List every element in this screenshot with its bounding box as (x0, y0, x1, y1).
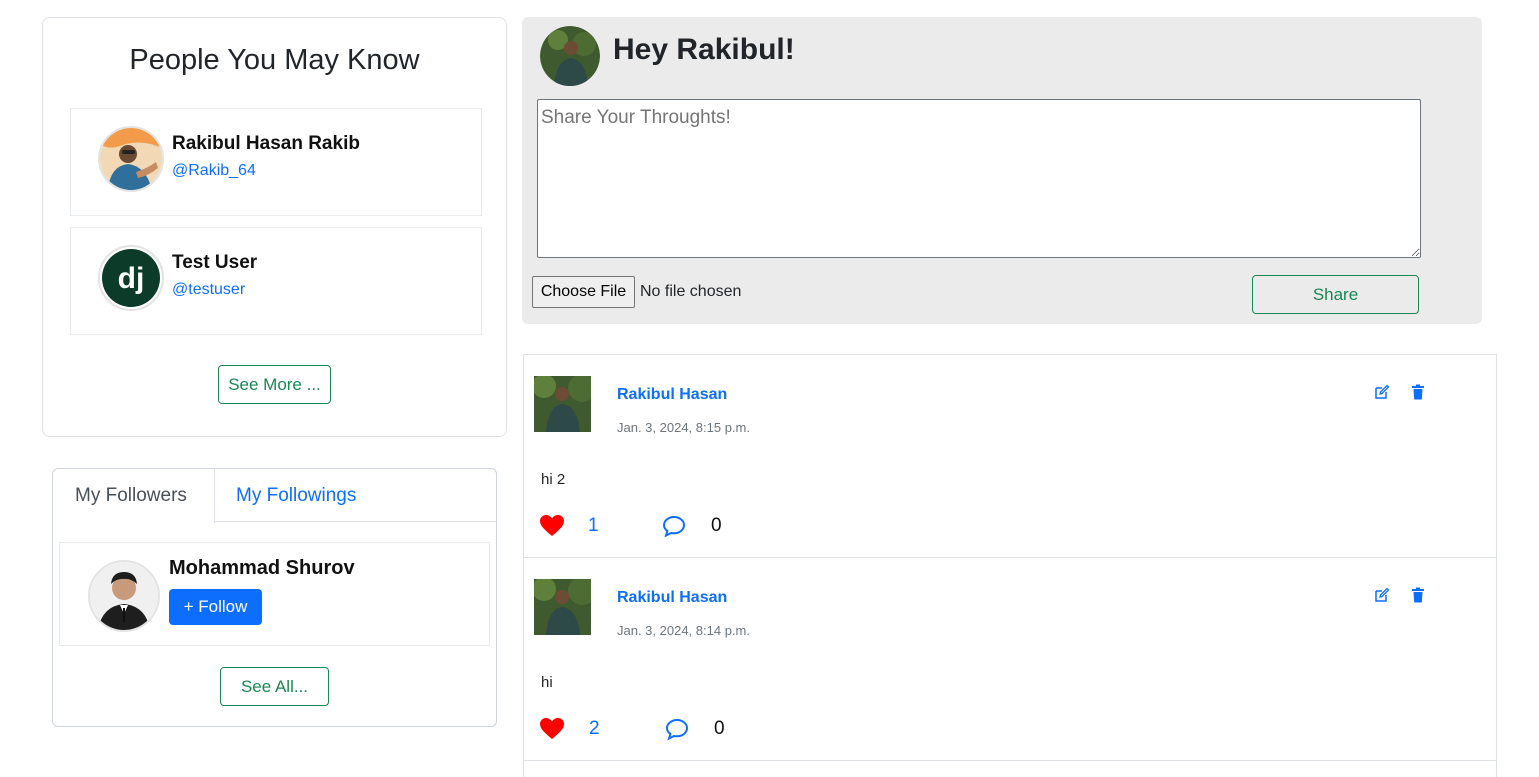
person-name[interactable]: Rakibul Hasan Rakib (172, 133, 360, 155)
post-author-link[interactable]: Rakibul Hasan (617, 386, 727, 404)
post-text-input[interactable] (537, 99, 1421, 258)
suggested-person: dj Test User @testuser (70, 227, 482, 335)
suggested-person: Rakibul Hasan Rakib @Rakib_64 (70, 108, 482, 216)
heart-icon[interactable] (540, 718, 564, 740)
see-all-button[interactable]: See All... (220, 667, 329, 706)
avatar[interactable] (88, 560, 160, 632)
file-status: No file chosen (640, 283, 742, 300)
trash-icon[interactable] (1411, 587, 1425, 603)
share-button[interactable]: Share (1252, 275, 1419, 314)
post-card (523, 760, 1497, 777)
comment-icon[interactable] (662, 514, 686, 538)
post-author-avatar[interactable] (534, 579, 591, 635)
django-logo-text: dj (118, 262, 145, 295)
tab-my-followings[interactable]: My Followings (214, 469, 378, 522)
followers-card: My Followers My Followings Mohammad Shur… (52, 468, 497, 727)
choose-file-button[interactable]: Choose File (532, 276, 635, 308)
composer-greeting: Hey Rakibul! (613, 33, 795, 66)
comment-icon[interactable] (665, 717, 689, 741)
post-card: Rakibul Hasan Jan. 3, 2024, 8:14 p.m. hi… (523, 557, 1497, 761)
person-name[interactable]: Test User (172, 252, 257, 274)
edit-icon[interactable] (1374, 384, 1390, 400)
post-body: hi 2 (541, 471, 566, 488)
follower-item: Mohammad Shurov + Follow (59, 542, 490, 646)
avatar[interactable] (98, 126, 164, 192)
heart-icon[interactable] (540, 515, 564, 537)
edit-icon[interactable] (1374, 587, 1390, 603)
post-author-avatar[interactable] (534, 376, 591, 432)
avatar[interactable]: dj (98, 245, 164, 311)
post-author-link[interactable]: Rakibul Hasan (617, 589, 727, 607)
people-you-may-know-title: People You May Know (129, 44, 420, 76)
post-card: Rakibul Hasan Jan. 3, 2024, 8:15 p.m. hi… (523, 354, 1497, 558)
like-count[interactable]: 1 (588, 515, 599, 537)
person-handle-link[interactable]: @Rakib_64 (172, 162, 256, 180)
tab-my-followers[interactable]: My Followers (53, 469, 215, 523)
post-body: hi (541, 674, 553, 691)
comment-count: 0 (714, 718, 725, 739)
follow-tabs: My Followers My Followings (53, 469, 496, 523)
see-more-button[interactable]: See More ... (218, 365, 331, 404)
post-composer: Hey Rakibul! Choose File No file chosen … (522, 17, 1482, 324)
person-handle-link[interactable]: @testuser (172, 281, 245, 299)
follow-button[interactable]: + Follow (169, 589, 262, 625)
trash-icon[interactable] (1411, 384, 1425, 400)
avatar (540, 26, 600, 86)
people-you-may-know-card: People You May Know Rakibul Hasan Rakib … (42, 17, 507, 437)
comment-count: 0 (711, 515, 722, 536)
post-timestamp: Jan. 3, 2024, 8:15 p.m. (617, 420, 750, 435)
post-timestamp: Jan. 3, 2024, 8:14 p.m. (617, 623, 750, 638)
follower-name[interactable]: Mohammad Shurov (169, 557, 355, 580)
like-count[interactable]: 2 (589, 718, 600, 740)
